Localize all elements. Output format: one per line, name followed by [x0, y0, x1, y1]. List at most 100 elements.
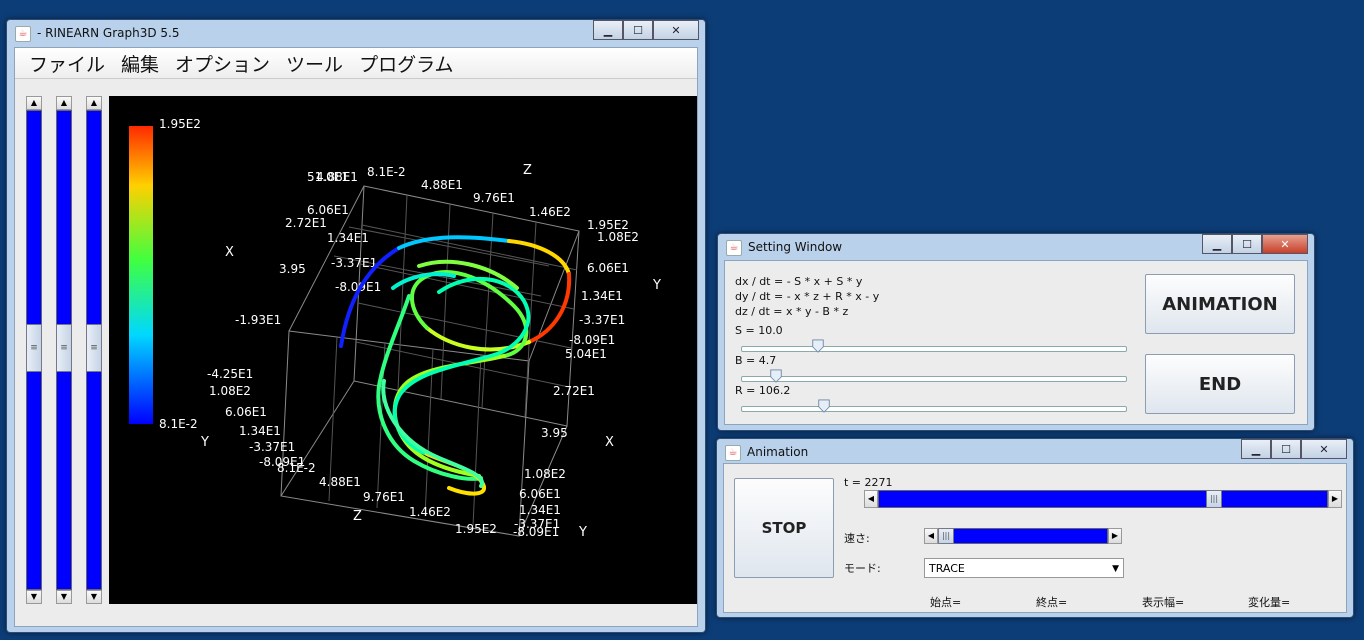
tick-label: 3.95: [279, 262, 306, 276]
scroll-left-arrow[interactable]: ◀: [924, 528, 938, 544]
close-button[interactable]: ✕: [1301, 439, 1347, 459]
minimize-button[interactable]: ▁: [593, 20, 623, 40]
s-parameter-slider[interactable]: [741, 339, 1127, 353]
slider-knob[interactable]: [817, 399, 831, 413]
slider-down-arrow[interactable]: ▼: [56, 590, 72, 604]
axis-tick-labels: 51.0E1 4.88E1 8.1E-2 4.88E1 9.76E1 1.46E…: [207, 165, 639, 539]
scroll-thumb[interactable]: |||: [938, 528, 954, 544]
r-parameter-label: R = 106.2: [735, 384, 791, 397]
tick-label: 1.34E1: [327, 231, 369, 245]
tick-label: 3.95: [541, 426, 568, 440]
slider-knob[interactable]: [811, 339, 825, 353]
window-title: - RINEARN Graph3D 5.5: [37, 26, 180, 40]
tick-label: -3.37E1: [331, 256, 377, 270]
speed-scrollbar[interactable]: ◀ ||| ▶: [924, 528, 1122, 544]
equation-dx: dx / dt = - S * x + S * y: [735, 275, 863, 288]
tick-label: 1.34E1: [239, 424, 281, 438]
colorbar-min-label: 8.1E-2: [159, 417, 198, 431]
animation-button[interactable]: ANIMATION: [1145, 274, 1295, 334]
tick-label: 6.06E1: [519, 487, 561, 501]
colorbar-max-label: 1.95E2: [159, 117, 201, 131]
setting-client: dx / dt = - S * x + S * y dy / dt = - x …: [724, 260, 1308, 425]
mode-select-value: TRACE: [929, 562, 965, 575]
tick-label: 4.88E1: [316, 170, 358, 184]
time-label: t = 2271: [844, 476, 893, 489]
b-parameter-label: B = 4.7: [735, 354, 777, 367]
end-button[interactable]: END: [1145, 354, 1295, 414]
time-scrollbar[interactable]: ◀ ||| ▶: [864, 490, 1342, 508]
graph3d-titlebar[interactable]: ☕ - RINEARN Graph3D 5.5 ▁ ☐ ✕: [7, 20, 705, 46]
setting-window-title: Setting Window: [748, 240, 843, 254]
tick-label: -1.93E1: [235, 313, 281, 327]
tick-label: -3.37E1: [579, 313, 625, 327]
java-icon: ☕: [15, 26, 31, 42]
tick-label: 9.76E1: [363, 490, 405, 504]
menu-option[interactable]: オプション: [175, 50, 270, 77]
tick-label: 1.34E1: [519, 503, 561, 517]
menubar: ファイル 編集 オプション ツール プログラム: [15, 48, 697, 79]
color-bar: [129, 126, 153, 424]
maximize-button[interactable]: ☐: [623, 20, 653, 40]
tick-label: 6.06E1: [225, 405, 267, 419]
close-button[interactable]: ✕: [653, 20, 699, 40]
tick-label: 1.08E2: [597, 230, 639, 244]
tick-label: -4.25E1: [207, 367, 253, 381]
maximize-button[interactable]: ☐: [1271, 439, 1301, 459]
slider-thumb[interactable]: ≡: [26, 324, 42, 372]
scroll-right-arrow[interactable]: ▶: [1328, 490, 1342, 508]
start-label: 始点=: [930, 596, 962, 609]
mode-select[interactable]: TRACE ▼: [924, 558, 1124, 578]
slider-up-arrow[interactable]: ▲: [86, 96, 102, 110]
tick-label: 1.08E2: [524, 467, 566, 481]
axis-name-x: X: [225, 245, 234, 260]
axis-name-y2: Y: [200, 435, 209, 450]
slider-thumb[interactable]: ≡: [86, 324, 102, 372]
scroll-track[interactable]: [878, 490, 1328, 508]
maximize-button[interactable]: ☐: [1232, 234, 1262, 254]
axis-name-z: Z: [523, 163, 532, 178]
lorenz-trajectory: [339, 235, 572, 496]
setting-titlebar[interactable]: ☕ Setting Window ▁ ☐ ✕: [718, 234, 1314, 260]
rotation-slider-1[interactable]: ▲ ≡ ▼: [26, 96, 42, 604]
stop-button[interactable]: STOP: [734, 478, 834, 578]
chevron-down-icon: ▼: [1112, 564, 1119, 574]
width-label: 表示幅=: [1142, 596, 1185, 609]
slider-up-arrow[interactable]: ▲: [26, 96, 42, 110]
slider-knob[interactable]: [769, 369, 783, 383]
tick-label: 2.72E1: [285, 216, 327, 230]
slider-down-arrow[interactable]: ▼: [26, 590, 42, 604]
rotation-slider-3[interactable]: ▲ ≡ ▼: [86, 96, 102, 604]
rotation-slider-2[interactable]: ▲ ≡ ▼: [56, 96, 72, 604]
tick-label: 8.1E-2: [277, 461, 316, 475]
axis-name-z2: Z: [353, 509, 362, 524]
menu-program[interactable]: プログラム: [359, 50, 453, 77]
tick-label: 9.76E1: [473, 191, 515, 205]
axis-name-y: Y: [652, 278, 661, 293]
minimize-button[interactable]: ▁: [1241, 439, 1271, 459]
tick-label: 1.46E2: [409, 505, 451, 519]
slider-down-arrow[interactable]: ▼: [86, 590, 102, 604]
close-button[interactable]: ✕: [1262, 234, 1308, 254]
graph3d-canvas[interactable]: 1.95E2 8.1E-2 51.0E1 4.88E1 8.1E-2 4.88E…: [109, 96, 697, 604]
axis-name-y3: Y: [578, 525, 587, 540]
menu-tool[interactable]: ツール: [286, 50, 343, 77]
scroll-thumb[interactable]: |||: [1206, 490, 1222, 508]
slider-thumb[interactable]: ≡: [56, 324, 72, 372]
animation-titlebar[interactable]: ☕ Animation ▁ ☐ ✕: [717, 439, 1353, 465]
menu-edit[interactable]: 編集: [121, 50, 159, 77]
b-parameter-slider[interactable]: [741, 369, 1127, 383]
tick-label: -3.37E1: [249, 440, 295, 454]
scroll-left-arrow[interactable]: ◀: [864, 490, 878, 508]
tick-label: 4.88E1: [421, 178, 463, 192]
animation-window: ☕ Animation ▁ ☐ ✕ STOP t = 2271 ◀ ||| ▶ …: [716, 438, 1354, 618]
scroll-right-arrow[interactable]: ▶: [1108, 528, 1122, 544]
menu-file[interactable]: ファイル: [29, 50, 105, 77]
tick-label: 4.88E1: [319, 475, 361, 489]
tick-label: -8.09E1: [569, 333, 615, 347]
scroll-track[interactable]: [938, 528, 1108, 544]
r-parameter-slider[interactable]: [741, 399, 1127, 413]
tick-label: 1.95E2: [455, 522, 497, 536]
slider-up-arrow[interactable]: ▲: [56, 96, 72, 110]
animation-client: STOP t = 2271 ◀ ||| ▶ 速さ: ◀ ||| ▶ モード: T…: [723, 463, 1347, 613]
minimize-button[interactable]: ▁: [1202, 234, 1232, 254]
